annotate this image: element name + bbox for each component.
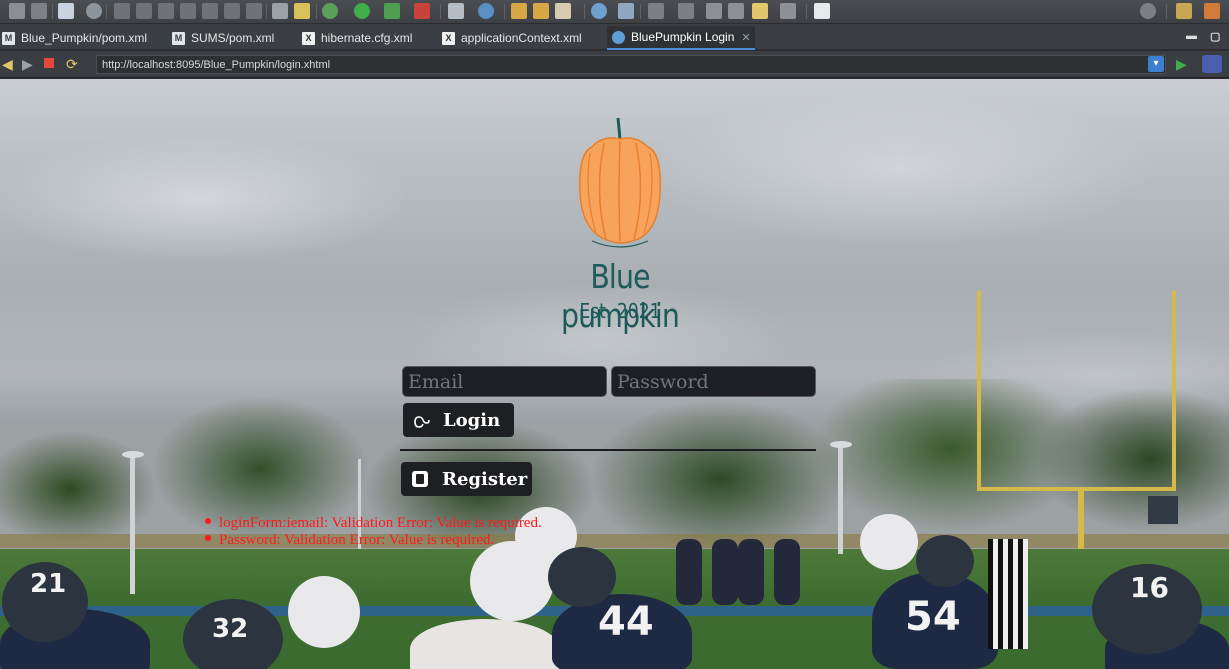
terminate-icon[interactable] [158,3,174,19]
referee [988,539,1028,649]
annotation-icon[interactable] [648,3,664,19]
error-message: Password: Validation Error: Value is req… [205,532,542,549]
maven-icon: M [172,31,185,45]
step-into-icon[interactable] [202,3,218,19]
next-edit-icon[interactable] [728,3,744,19]
blue-pumpkin-logo: Blue pumpkin Est. 2021 [540,113,700,335]
terminal-icon[interactable] [58,3,74,19]
maven-icon: M [2,31,15,45]
tab-hibernate-cfg[interactable]: X hibernate.cfg.xml [300,26,430,50]
refresh-icon[interactable]: ⟳ [66,56,78,72]
tackling-dummy [676,539,702,605]
email-field[interactable] [402,366,607,397]
tab-bluepumpkin-login[interactable]: BluePumpkin Login ✕ [607,26,755,50]
open-type-icon[interactable] [511,3,527,19]
pin-editor-icon[interactable] [814,3,830,19]
save-all-icon[interactable] [31,3,47,19]
helmet-number: 32 [212,614,249,644]
search-icon[interactable] [86,3,102,19]
browser-toolbar: ◀ ▶ ⟳ ▾ ▶ [0,51,1229,78]
back-arrow-icon[interactable]: ◀ [2,56,13,72]
tackling-dummy [712,539,738,605]
goal-crossbar [977,487,1176,491]
helmet-number: 16 [1130,571,1169,604]
tackling-dummy [738,539,764,605]
search-web-icon[interactable] [618,3,634,19]
close-icon[interactable]: ✕ [741,31,750,44]
validation-errors: loginForm:iemail: Validation Error: Valu… [205,515,542,549]
use-step-filters-icon[interactable] [272,3,288,19]
xml-file-icon: X [442,31,455,45]
xml-file-icon: X [302,31,315,45]
prev-edit-icon[interactable] [706,3,722,19]
player-helmet [548,547,616,607]
light-head [122,451,144,458]
coverage-icon[interactable] [384,3,400,19]
search-toolbar-icon[interactable] [1140,3,1156,19]
light-pole [130,454,135,594]
forward-icon[interactable] [780,3,796,19]
save-icon[interactable] [9,3,25,19]
login-icon [413,413,431,428]
globe-icon [612,30,625,44]
open-perspective-icon[interactable] [1176,3,1192,19]
pumpkin-icon [579,117,661,248]
open-resource-icon[interactable] [533,3,549,19]
player-helmet [860,514,918,570]
browser-menu-icon[interactable] [1202,55,1222,73]
new-class-icon[interactable] [478,3,494,19]
disconnect-icon[interactable] [180,3,196,19]
tackling-dummy [774,539,800,605]
login-page: 21 32 44 54 16 Blue pumpkin Est. 2021 Em… [0,79,1229,669]
login-button[interactable]: Login [403,403,514,437]
stadium-wall [0,534,1229,548]
form-divider [400,449,816,451]
scoreboard [1148,496,1178,524]
tab-blue-pumpkin-pom[interactable]: M Blue_Pumpkin/pom.xml [0,26,160,50]
pen-icon[interactable] [555,3,571,19]
helmet-number: 21 [30,569,67,599]
register-button[interactable]: Register [401,462,532,496]
tab-application-context[interactable]: X applicationContext.xml [440,26,600,50]
back-icon[interactable] [752,3,768,19]
external-tools-icon[interactable] [414,3,430,19]
maximize-icon[interactable]: ▢ [1210,30,1220,43]
suspend-icon[interactable] [136,3,152,19]
new-java-icon[interactable] [294,3,310,19]
step-over-icon[interactable] [224,3,240,19]
tab-sums-pom[interactable]: M SUMS/pom.xml [170,26,290,50]
goal-post [1172,291,1176,491]
next-annotation-icon[interactable] [678,3,694,19]
goal-post [977,291,981,491]
password-field[interactable] [611,366,816,397]
minimize-icon[interactable]: ▬ [1186,30,1197,42]
editor-tab-bar: M Blue_Pumpkin/pom.xml M SUMS/pom.xml X … [0,24,1229,50]
url-input[interactable] [96,55,1166,74]
java-ee-perspective-icon[interactable] [1204,3,1220,19]
tree-line [0,379,1229,559]
brand-name: Blue pumpkin [561,257,680,335]
brand-established: Est. 2021 [579,299,661,323]
forward-arrow-icon[interactable]: ▶ [22,56,33,72]
light-pole [838,444,843,554]
goal-stand [1078,489,1084,549]
go-icon[interactable]: ▶ [1176,56,1187,72]
ide-toolbar [0,0,1229,24]
url-history-dropdown-icon[interactable]: ▾ [1148,56,1164,72]
register-icon [412,471,428,487]
stop-icon[interactable] [44,58,54,68]
new-server-icon[interactable] [448,3,464,19]
globe-toolbar-icon[interactable] [591,3,607,19]
jersey-number: 44 [598,599,654,645]
resume-icon[interactable] [114,3,130,19]
light-head [830,441,852,448]
debug-icon[interactable] [322,3,338,19]
step-return-icon[interactable] [246,3,262,19]
player-helmet [288,576,360,648]
error-message: loginForm:iemail: Validation Error: Valu… [205,515,542,532]
jersey-number: 54 [905,594,961,640]
run-icon[interactable] [354,3,370,19]
player-helmet [916,535,974,587]
